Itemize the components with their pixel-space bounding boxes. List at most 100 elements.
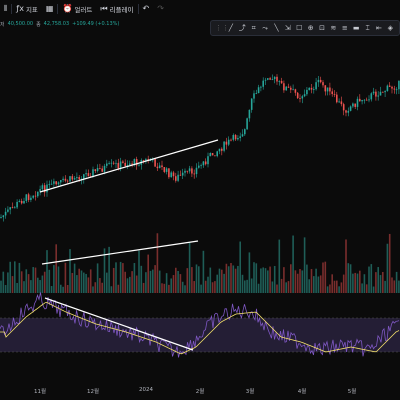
volume-bar: [7, 272, 9, 293]
candle-body: [377, 95, 379, 97]
candle-body: [276, 76, 278, 82]
volume-bar: [145, 272, 147, 293]
candle-body: [211, 152, 214, 156]
volume-bar: [200, 284, 202, 293]
volume-bar: [20, 271, 23, 293]
volume-bar: [4, 285, 7, 293]
rsi-pane: [0, 292, 400, 358]
rsi-band: [0, 318, 400, 352]
volume-bar: [271, 281, 274, 293]
volume-bar: [365, 284, 368, 293]
candle-body: [260, 86, 262, 88]
volume-bar: [80, 270, 83, 293]
candle-body: [204, 161, 207, 165]
volume-bar: [27, 274, 30, 293]
volume-bar: [308, 279, 310, 293]
candle-body: [308, 87, 310, 90]
volume-bar: [379, 275, 382, 293]
candle-body: [319, 79, 322, 83]
volume-bar: [207, 276, 209, 293]
candle-body: [379, 91, 382, 96]
chart-canvas[interactable]: [0, 0, 400, 400]
volume-bar: [89, 269, 92, 293]
volume-bar: [69, 249, 71, 293]
volume-bar: [76, 275, 78, 293]
candle-body: [221, 148, 223, 151]
candle-body: [200, 165, 202, 167]
candle-body: [103, 165, 106, 172]
candle-body: [14, 207, 16, 209]
candle-body: [119, 161, 122, 169]
volume-bar: [391, 277, 393, 293]
volume-bar: [46, 250, 48, 293]
candle-body: [4, 211, 7, 216]
candle-body: [175, 176, 177, 181]
candle-body: [18, 200, 21, 202]
candle-body: [41, 185, 44, 190]
volume-bar: [60, 284, 62, 293]
volume-bar: [253, 262, 255, 293]
volume-bar: [234, 268, 237, 293]
candle-body: [216, 151, 218, 157]
candle-body: [248, 109, 251, 119]
volume-bar: [43, 271, 46, 293]
volume-bar: [94, 282, 97, 293]
candle-body: [372, 91, 375, 94]
volume-bar: [223, 273, 225, 293]
volume-bar: [395, 271, 398, 293]
volume-bar: [244, 280, 246, 293]
candle-body: [193, 173, 195, 175]
candle-body: [250, 98, 253, 110]
volume-bar: [329, 284, 331, 293]
volume-bar: [184, 285, 186, 293]
candle-body: [0, 217, 2, 218]
volume-bar: [117, 284, 120, 293]
volume-bar: [142, 282, 145, 293]
candle-body: [69, 176, 71, 182]
candle-body: [225, 141, 228, 145]
candle-body: [382, 91, 384, 93]
volume-bar: [186, 268, 189, 293]
volume-bar: [276, 284, 278, 293]
volume-bar: [262, 267, 264, 293]
candle-body: [124, 162, 126, 167]
candle-body: [110, 162, 113, 164]
candle-body: [168, 168, 170, 178]
volume-bar: [163, 283, 166, 293]
volume-bar: [122, 263, 124, 293]
volume-bar: [345, 239, 347, 293]
volume-bar: [129, 276, 131, 293]
volume-bar: [377, 267, 379, 293]
volume-bar: [211, 282, 214, 293]
volume-bar: [310, 269, 313, 293]
volume-bar: [48, 269, 51, 293]
volume-bar: [179, 274, 182, 293]
candle-body: [11, 207, 14, 209]
candle-body: [207, 156, 209, 165]
volume-bar: [193, 281, 195, 293]
candle-body: [64, 178, 67, 181]
candle-body: [352, 103, 354, 107]
volume-bar: [133, 263, 136, 293]
candle-body: [393, 88, 396, 90]
candle-body: [99, 167, 101, 169]
volume-bar: [92, 286, 94, 293]
candle-body: [66, 180, 69, 182]
volume-bar: [356, 273, 359, 293]
volume-bar: [177, 271, 179, 293]
volume-bar: [165, 273, 168, 293]
candle-body: [354, 103, 356, 107]
axis-label-feb: 2월: [195, 389, 205, 395]
volume-bar: [83, 272, 85, 293]
candle-body: [170, 172, 172, 178]
time-axis: 11월 12월 2024 2월 3월 4월 5월: [0, 383, 400, 400]
candle-body: [285, 86, 287, 91]
candle-body: [370, 93, 373, 100]
volume-bar: [149, 270, 152, 293]
candle-body: [340, 101, 343, 105]
candle-body: [329, 87, 331, 92]
candle-body: [324, 85, 327, 92]
volume-bar: [248, 252, 251, 293]
candle-body: [158, 165, 161, 169]
candle-body: [292, 89, 294, 91]
